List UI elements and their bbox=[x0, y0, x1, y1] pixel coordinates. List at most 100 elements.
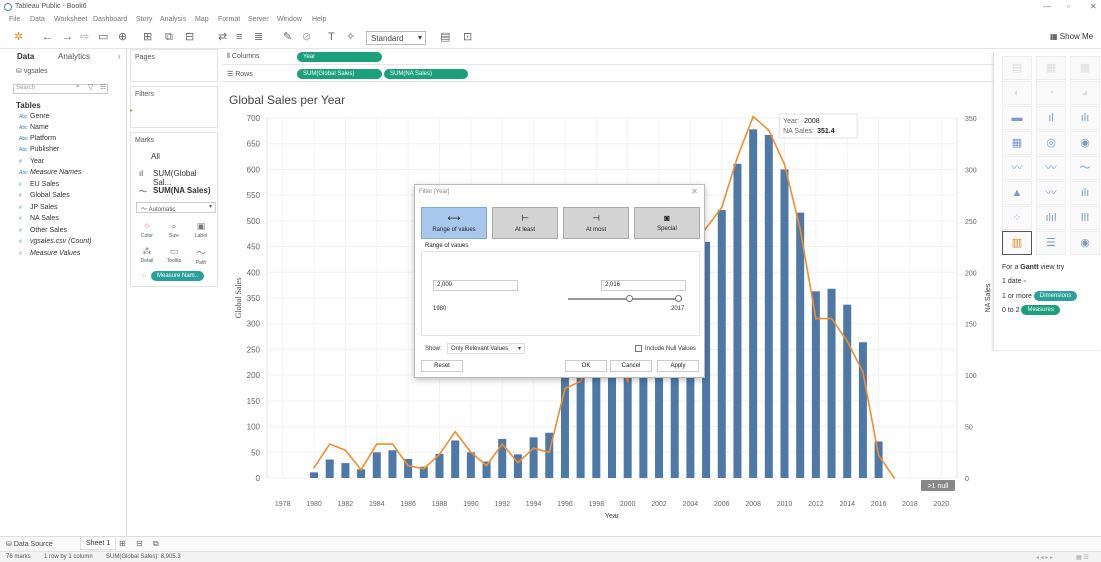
field-item[interactable]: Abc Name bbox=[19, 124, 49, 131]
field-item[interactable]: # JP Sales bbox=[19, 204, 58, 211]
field-item[interactable]: Abc Publisher bbox=[19, 146, 59, 153]
text-table-chart-icon[interactable]: ▤ bbox=[1002, 56, 1032, 80]
side-by-side-bar-chart-icon[interactable]: ılı bbox=[1070, 106, 1100, 130]
new-sheet-icon[interactable]: ⊞ bbox=[119, 539, 126, 548]
range-max-input[interactable]: 2,016 bbox=[601, 280, 686, 291]
sort-desc-icon[interactable]: ≣ bbox=[254, 31, 263, 43]
view-options-icon[interactable]: ☷ bbox=[100, 83, 106, 91]
back-icon[interactable]: ← bbox=[42, 31, 53, 43]
menu-worksheet[interactable]: Worksheet bbox=[54, 16, 87, 23]
data-source-tab[interactable]: ⛁ Data Source bbox=[6, 540, 53, 548]
rows-shelf[interactable]: ☰ Rows SUM(Global Sales) SUM(NA Sales) bbox=[222, 66, 1002, 82]
new-story-icon[interactable]: ⧉ bbox=[153, 539, 159, 549]
menu-help[interactable]: Help bbox=[312, 16, 326, 23]
columns-shelf[interactable]: ⫴ Columns Year bbox=[222, 49, 1002, 65]
field-item[interactable]: Abc Genre bbox=[19, 113, 49, 120]
ok-button[interactable]: OK bbox=[565, 360, 607, 372]
scatter-chart-icon[interactable]: ⁘ bbox=[1002, 206, 1032, 230]
apply-button[interactable]: Apply bbox=[657, 360, 699, 372]
restore-icon[interactable]: ▫ bbox=[1067, 2, 1070, 11]
menu-data[interactable]: Data bbox=[30, 16, 45, 23]
labels-icon[interactable]: T bbox=[328, 31, 335, 43]
duplicate-icon[interactable]: ⧉ bbox=[165, 31, 173, 43]
fit-dropdown[interactable]: Standard bbox=[366, 31, 426, 45]
presentation-icon[interactable]: ⊡ bbox=[463, 31, 472, 43]
data-source-item[interactable]: ⛁ vgsales bbox=[16, 67, 48, 75]
label-button[interactable]: ▣ Label bbox=[191, 221, 211, 239]
search-icon[interactable]: ⌕ bbox=[76, 83, 80, 91]
new-dashboard-icon[interactable]: ⊟ bbox=[136, 539, 143, 548]
stacked-bar-chart-icon[interactable]: ıl bbox=[1036, 106, 1066, 130]
histogram-chart-icon[interactable]: ılıl bbox=[1036, 206, 1066, 230]
include-null-checkbox[interactable] bbox=[635, 345, 642, 352]
menu-server[interactable]: Server bbox=[248, 16, 269, 23]
field-item[interactable]: Abc Measure Names bbox=[19, 169, 81, 176]
menu-file[interactable]: File bbox=[9, 16, 20, 23]
packed-bubbles-chart-icon[interactable]: ◉ bbox=[1070, 231, 1100, 255]
path-button[interactable]: 〜 Path bbox=[191, 246, 211, 266]
forward-icon[interactable]: → bbox=[62, 31, 73, 43]
sum-global-sales-pill[interactable]: SUM(Global Sales) bbox=[297, 69, 382, 79]
side-by-side-circle-chart-icon[interactable]: ◉ bbox=[1070, 131, 1100, 155]
tab-at-least[interactable]: ⊢ At least bbox=[492, 207, 558, 239]
menu-story[interactable]: Story bbox=[136, 16, 152, 23]
mark-type-dropdown[interactable]: 〜 Automatic ▾ bbox=[136, 202, 216, 213]
marks-sum-global[interactable]: SUM(Global Sal... bbox=[153, 169, 217, 187]
field-item[interactable]: # EU Sales bbox=[19, 181, 59, 188]
tooltip-button[interactable]: ▭ Tooltip bbox=[164, 246, 184, 264]
field-item[interactable]: # Measure Values bbox=[19, 250, 80, 257]
line-discrete-chart-icon[interactable]: 〰 bbox=[1036, 156, 1066, 180]
field-item[interactable]: Abc Platform bbox=[19, 135, 56, 142]
null-indicator[interactable]: >1 null bbox=[921, 480, 955, 491]
swap-icon[interactable]: ⇄ bbox=[218, 31, 227, 43]
field-item[interactable]: # NA Sales bbox=[19, 215, 59, 222]
measure-names-pill[interactable]: Measure Nam.. bbox=[151, 271, 205, 281]
tableau-icon[interactable]: ✲ bbox=[14, 31, 23, 43]
dialog-close-icon[interactable]: ✕ bbox=[691, 187, 698, 196]
menu-map[interactable]: Map bbox=[195, 16, 209, 23]
cards-icon[interactable]: ▤ bbox=[440, 31, 450, 43]
field-item[interactable]: # Global Sales bbox=[19, 192, 70, 199]
year-pill[interactable]: Year bbox=[297, 52, 382, 62]
heat-map-chart-icon[interactable]: ▦ bbox=[1036, 56, 1066, 80]
dual-line-chart-icon[interactable]: 〜 bbox=[1070, 156, 1100, 180]
menu-format[interactable]: Format bbox=[218, 16, 240, 23]
range-min-input[interactable]: 2,000 bbox=[433, 280, 518, 291]
filter-fields-icon[interactable]: ▽ bbox=[88, 83, 93, 91]
close-icon[interactable]: ✕ bbox=[1090, 2, 1097, 11]
pin-icon[interactable]: ✧ bbox=[346, 31, 355, 43]
new-worksheet-icon[interactable]: ⊞ bbox=[143, 31, 152, 43]
size-button[interactable]: ⌕ Size bbox=[164, 221, 184, 239]
dual-combination-chart-icon[interactable]: ılı bbox=[1070, 181, 1100, 205]
filters-card[interactable]: Filters bbox=[130, 86, 218, 128]
marks-sum-na[interactable]: SUM(NA Sales) bbox=[153, 186, 211, 195]
highlight-icon[interactable]: ✎ bbox=[283, 31, 292, 43]
sort-asc-icon[interactable]: ≡ bbox=[236, 31, 242, 43]
menu-window[interactable]: Window bbox=[277, 16, 302, 23]
marks-all[interactable]: All bbox=[151, 152, 160, 161]
show-values-dropdown[interactable]: Only Relevant Values ▾ bbox=[447, 343, 525, 354]
symbol-map-chart-icon[interactable]: ◐ bbox=[1002, 81, 1032, 105]
pie-chart-icon[interactable]: ◕ bbox=[1070, 81, 1100, 105]
nav-arrows-icon[interactable]: ◂ ◂ ▸ ▸ bbox=[1036, 554, 1053, 561]
collapse-icon[interactable]: ‹ bbox=[118, 52, 121, 61]
sheet1-tab[interactable]: Sheet 1 bbox=[80, 538, 117, 550]
pages-card[interactable]: Pages bbox=[130, 49, 218, 82]
show-me-button[interactable]: ▦ Show Me bbox=[1050, 32, 1093, 41]
detail-button[interactable]: ⁂ Detail bbox=[137, 246, 157, 264]
tab-analytics[interactable]: Analytics bbox=[58, 52, 90, 61]
field-item[interactable]: # Other Sales bbox=[19, 227, 67, 234]
menu-analysis[interactable]: Analysis bbox=[160, 16, 186, 23]
area-discrete-chart-icon[interactable]: 〰 bbox=[1036, 181, 1066, 205]
redo-icon[interactable]: ⇨ bbox=[80, 31, 89, 43]
minimize-icon[interactable]: — bbox=[1043, 2, 1051, 11]
new-datasource-icon[interactable]: ⊕ bbox=[118, 31, 127, 43]
field-item[interactable]: # Year bbox=[19, 158, 44, 165]
bullet-chart-icon[interactable]: ☰ bbox=[1036, 231, 1066, 255]
area-continuous-chart-icon[interactable]: ▲ bbox=[1002, 181, 1032, 205]
circle-views-chart-icon[interactable]: ◎ bbox=[1036, 131, 1066, 155]
box-whisker-chart-icon[interactable]: ǀǀǀ bbox=[1070, 206, 1100, 230]
field-item[interactable]: # vgsales.csv (Count) bbox=[19, 238, 91, 245]
color-button[interactable]: ⁘ Color bbox=[137, 221, 157, 239]
tab-at-most[interactable]: ⊣ At most bbox=[563, 207, 629, 239]
